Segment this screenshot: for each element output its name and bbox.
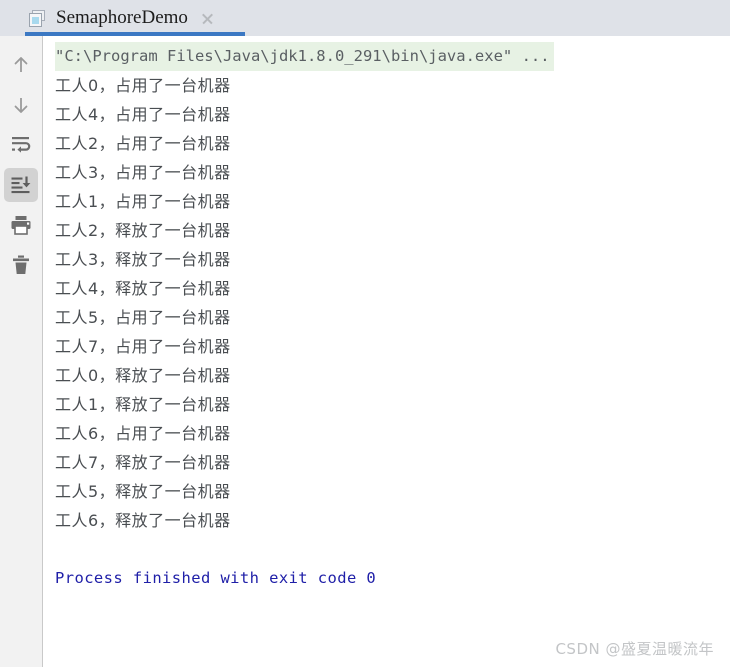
console-log-line: 工人7，占用了一台机器 — [55, 337, 231, 356]
console-log-lines: 工人0，占用了一台机器 工人4，占用了一台机器 工人2，占用了一台机器 工人3，占用了… — [55, 71, 730, 535]
console-log-line: 工人6，占用了一台机器 — [55, 424, 231, 443]
down-arrow-icon-button[interactable] — [4, 88, 38, 122]
console-log-line: 工人1，占用了一台机器 — [55, 192, 231, 211]
close-icon[interactable] — [200, 11, 215, 26]
trash-icon — [9, 253, 33, 277]
tab-semaphoredemo[interactable]: SemaphoreDemo — [25, 0, 221, 36]
console-log-line: 工人6，释放了一台机器 — [55, 511, 231, 530]
scroll-to-end-icon-button[interactable] — [4, 168, 38, 202]
console-exit-message: Process finished with exit code 0 — [55, 569, 377, 587]
console-log-line: 工人2，释放了一台机器 — [55, 221, 231, 240]
soft-wrap-icon-button[interactable] — [4, 128, 38, 162]
tab-title: SemaphoreDemo — [56, 7, 188, 28]
trash-icon-button[interactable] — [4, 248, 38, 282]
print-icon-button[interactable] — [4, 208, 38, 242]
down-arrow-icon — [10, 94, 32, 116]
console-log-line: 工人4，占用了一台机器 — [55, 105, 231, 124]
console-output-area[interactable]: "C:\Program Files\Java\jdk1.8.0_291\bin\… — [44, 36, 730, 667]
console-log-line: 工人0，占用了一台机器 — [55, 76, 231, 95]
console-log-line: 工人2，占用了一台机器 — [55, 134, 231, 153]
run-console-window: SemaphoreDemo "C:\Program Files\Java\jdk… — [0, 0, 730, 667]
console-log-line: 工人4，释放了一台机器 — [55, 279, 231, 298]
tab-bar: SemaphoreDemo — [0, 0, 730, 36]
console-log-line: 工人0，释放了一台机器 — [55, 366, 231, 385]
console-log-line: 工人1，释放了一台机器 — [55, 395, 231, 414]
console-toolbar — [0, 36, 43, 667]
run-configuration-icon — [29, 9, 46, 27]
soft-wrap-icon — [9, 133, 33, 157]
watermark: CSDN @盛夏温暖流年 — [555, 640, 714, 658]
console-log-line: 工人3，释放了一台机器 — [55, 250, 231, 269]
scroll-to-end-icon — [9, 173, 33, 197]
console-command-line: "C:\Program Files\Java\jdk1.8.0_291\bin\… — [55, 42, 554, 71]
up-arrow-icon-button[interactable] — [4, 48, 38, 82]
console-log-line: 工人3，占用了一台机器 — [55, 163, 231, 182]
console-log-line: 工人5，释放了一台机器 — [55, 482, 231, 501]
up-arrow-icon — [10, 54, 32, 76]
console-log-line: 工人7，释放了一台机器 — [55, 453, 231, 472]
console-log-line: 工人5，占用了一台机器 — [55, 308, 231, 327]
print-icon — [9, 213, 33, 237]
